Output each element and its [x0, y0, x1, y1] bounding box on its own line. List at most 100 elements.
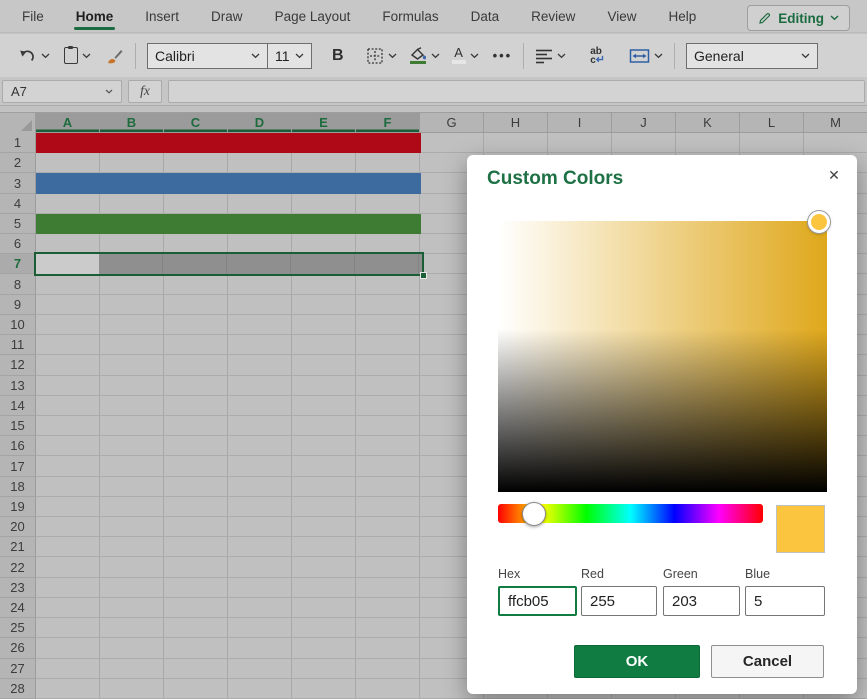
- row-header-28[interactable]: 28: [0, 679, 36, 699]
- row-header-20[interactable]: 20: [0, 517, 36, 537]
- borders-button[interactable]: [366, 47, 397, 65]
- insert-function-button[interactable]: fx: [128, 80, 162, 103]
- ok-button[interactable]: OK: [574, 645, 700, 678]
- more-font-options-button[interactable]: •••: [493, 48, 513, 63]
- chevron-down-icon: [654, 53, 663, 59]
- selection-range[interactable]: [34, 252, 424, 276]
- column-header-B[interactable]: B: [100, 113, 164, 133]
- tab-insert[interactable]: Insert: [129, 0, 195, 32]
- align-left-icon: [535, 48, 553, 64]
- wrap-text-button[interactable]: ab c↵: [590, 47, 605, 65]
- column-header-D[interactable]: D: [228, 113, 292, 133]
- tab-view[interactable]: View: [591, 0, 652, 32]
- hex-field[interactable]: [498, 586, 577, 616]
- row-header-23[interactable]: 23: [0, 578, 36, 598]
- font-size-select[interactable]: 11: [267, 43, 312, 69]
- color-picker-handle[interactable]: [808, 211, 830, 233]
- tab-formulas[interactable]: Formulas: [366, 0, 454, 32]
- row-header-1[interactable]: 1: [0, 133, 36, 153]
- editing-mode-button[interactable]: Editing: [747, 5, 850, 31]
- column-header-M[interactable]: M: [804, 113, 867, 133]
- blue-field[interactable]: [745, 586, 825, 616]
- row-header-19[interactable]: 19: [0, 497, 36, 517]
- fill-color-icon: [409, 47, 427, 65]
- merge-cells-icon: [629, 48, 650, 64]
- number-format-select[interactable]: General: [686, 43, 818, 69]
- chevron-down-icon: [41, 53, 50, 59]
- row-header-3[interactable]: 3: [0, 173, 36, 193]
- colored-row-band: [36, 214, 421, 234]
- row-header-26[interactable]: 26: [0, 638, 36, 658]
- column-header-J[interactable]: J: [612, 113, 676, 133]
- red-field[interactable]: [581, 586, 657, 616]
- column-header-K[interactable]: K: [676, 113, 740, 133]
- active-cell[interactable]: [36, 254, 99, 274]
- selected-cells[interactable]: [99, 254, 422, 274]
- row-header-12[interactable]: 12: [0, 355, 36, 375]
- row-header-24[interactable]: 24: [0, 598, 36, 618]
- font-name-select[interactable]: Calibri: [147, 43, 268, 69]
- tab-file[interactable]: File: [6, 0, 60, 32]
- hue-slider-thumb[interactable]: [522, 502, 546, 526]
- row-header-7[interactable]: 7: [0, 254, 36, 274]
- row-header-22[interactable]: 22: [0, 557, 36, 577]
- row-header-10[interactable]: 10: [0, 315, 36, 335]
- column-header-L[interactable]: L: [740, 113, 804, 133]
- column-header-row: ABCDEFGHIJKLM: [0, 112, 867, 133]
- column-header-F[interactable]: F: [356, 113, 420, 133]
- row-header-14[interactable]: 14: [0, 396, 36, 416]
- dialog-title: Custom Colors: [487, 168, 623, 190]
- tab-data[interactable]: Data: [455, 0, 516, 32]
- green-label: Green: [663, 567, 698, 581]
- row-header-16[interactable]: 16: [0, 436, 36, 456]
- close-icon[interactable]: ✕: [821, 162, 847, 188]
- tab-draw[interactable]: Draw: [195, 0, 259, 32]
- row-header-18[interactable]: 18: [0, 477, 36, 497]
- wrap-text-icon: ab c↵: [590, 47, 605, 65]
- name-box-value: A7: [11, 84, 27, 99]
- bold-button[interactable]: B: [332, 47, 344, 65]
- row-header-9[interactable]: 9: [0, 295, 36, 315]
- formula-input[interactable]: [168, 80, 865, 103]
- chevron-down-icon: [295, 53, 304, 59]
- undo-button[interactable]: [18, 48, 50, 64]
- column-header-H[interactable]: H: [484, 113, 548, 133]
- pencil-icon: [758, 11, 772, 25]
- row-header-15[interactable]: 15: [0, 416, 36, 436]
- tab-help[interactable]: Help: [652, 0, 712, 32]
- column-header-E[interactable]: E: [292, 113, 356, 133]
- tab-page-layout[interactable]: Page Layout: [259, 0, 367, 32]
- cancel-button[interactable]: Cancel: [711, 645, 824, 678]
- fill-color-button[interactable]: [409, 47, 440, 65]
- row-header-5[interactable]: 5: [0, 214, 36, 234]
- tab-review[interactable]: Review: [515, 0, 591, 32]
- row-header-11[interactable]: 11: [0, 335, 36, 355]
- paste-button[interactable]: [64, 47, 91, 64]
- row-header-6[interactable]: 6: [0, 234, 36, 254]
- column-header-A[interactable]: A: [36, 113, 100, 133]
- select-all-corner[interactable]: [0, 113, 36, 133]
- row-header-25[interactable]: 25: [0, 618, 36, 638]
- column-header-C[interactable]: C: [164, 113, 228, 133]
- alignment-button[interactable]: [535, 48, 566, 64]
- row-header-21[interactable]: 21: [0, 537, 36, 557]
- row-header-17[interactable]: 17: [0, 456, 36, 476]
- column-header-I[interactable]: I: [548, 113, 612, 133]
- font-name-value: Calibri: [155, 48, 195, 64]
- tab-home[interactable]: Home: [60, 0, 130, 32]
- separator: [674, 43, 675, 69]
- font-color-button[interactable]: A: [452, 47, 479, 64]
- column-header-G[interactable]: G: [420, 113, 484, 133]
- format-painter-button[interactable]: [105, 47, 124, 65]
- row-header-13[interactable]: 13: [0, 376, 36, 396]
- green-field[interactable]: [663, 586, 740, 616]
- row-header-2[interactable]: 2: [0, 153, 36, 173]
- grid-row-cells[interactable]: [36, 133, 867, 153]
- name-box[interactable]: A7: [2, 80, 122, 103]
- row-header-8[interactable]: 8: [0, 274, 36, 294]
- row-header-27[interactable]: 27: [0, 659, 36, 679]
- saturation-value-gradient[interactable]: [498, 221, 827, 492]
- merge-cells-button[interactable]: [629, 48, 663, 64]
- fill-handle[interactable]: [420, 272, 427, 279]
- row-header-4[interactable]: 4: [0, 194, 36, 214]
